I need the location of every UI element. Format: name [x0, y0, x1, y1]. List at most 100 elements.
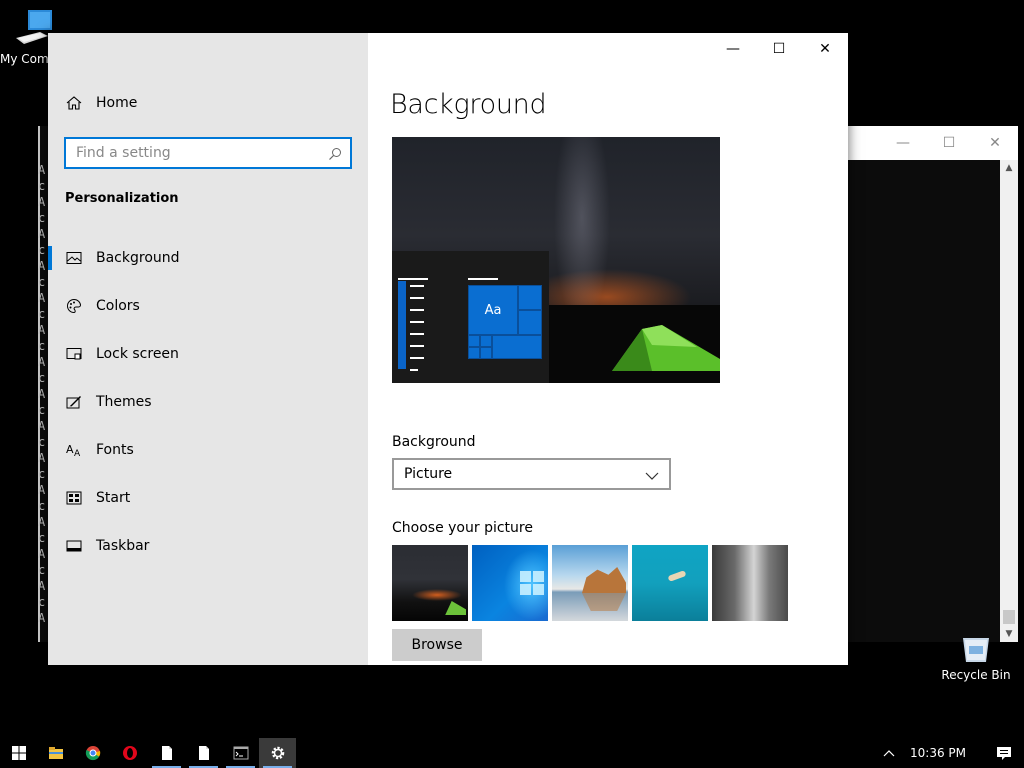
minimize-button[interactable]: —: [710, 33, 756, 65]
document-taskbar-button-2[interactable]: [185, 738, 222, 768]
system-tray: 10:36 PM: [878, 738, 1024, 768]
settings-gear-icon: [271, 746, 284, 760]
search-box[interactable]: [64, 137, 352, 169]
scroll-thumb[interactable]: [1003, 610, 1015, 624]
picture-thumbnail-beach-rock[interactable]: [552, 545, 628, 621]
console-maximize-button[interactable]: ☐: [926, 135, 972, 151]
console-titlebar: — ☐ ✕: [848, 126, 1018, 160]
sidebar-item-start[interactable]: Start: [48, 474, 368, 522]
maximize-button[interactable]: ☐: [756, 33, 802, 65]
console-char: c: [38, 307, 46, 321]
svg-text:A: A: [74, 449, 81, 458]
file-explorer-taskbar-button[interactable]: [37, 738, 74, 768]
console-text: AcAcAcAcAcAcAcAcAcAcAcAcAcAcA: [38, 162, 48, 626]
console-char: A: [38, 547, 46, 561]
console-char: A: [38, 515, 46, 529]
console-char: A: [38, 419, 46, 433]
start-icon: [66, 490, 82, 506]
console-char: A: [38, 611, 46, 625]
palette-icon: [66, 298, 82, 314]
page-title: Background: [390, 89, 547, 120]
console-char: A: [38, 579, 46, 593]
console-char: c: [38, 467, 46, 481]
console-char: A: [38, 259, 46, 273]
sidebar-item-lock-screen[interactable]: Lock screen: [48, 330, 368, 378]
file-explorer-icon: [48, 747, 63, 759]
preview-start-menu: Aa: [392, 251, 549, 383]
console-char: A: [38, 451, 46, 465]
background-type-dropdown[interactable]: Picture: [392, 458, 671, 490]
settings-taskbar-button[interactable]: [259, 738, 296, 768]
console-body: [848, 160, 1000, 642]
scroll-up-icon[interactable]: ▲: [1000, 160, 1018, 176]
home-nav-item[interactable]: Home: [66, 95, 137, 111]
sidebar-item-label: Start: [96, 490, 131, 506]
console-char: c: [38, 563, 46, 577]
console-char: c: [38, 499, 46, 513]
console-close-button[interactable]: ✕: [972, 135, 1018, 151]
taskbar-icon: [66, 538, 82, 554]
window-controls: — ☐ ✕: [710, 33, 848, 65]
console-window-right[interactable]: — ☐ ✕ ▲ ▼: [848, 126, 1018, 642]
console-taskbar-button[interactable]: [222, 738, 259, 768]
console-scrollbar[interactable]: ▲ ▼: [1000, 160, 1018, 642]
console-char: c: [38, 595, 46, 609]
console-char: c: [38, 211, 46, 225]
console-char: A: [38, 323, 46, 337]
background-preview: Aa: [392, 137, 720, 383]
opera-icon: [122, 746, 137, 760]
sidebar-item-taskbar[interactable]: Taskbar: [48, 522, 368, 570]
sidebar-item-colors[interactable]: Colors: [48, 282, 368, 330]
document-icon: [161, 746, 172, 760]
console-char: c: [38, 531, 46, 545]
console-char: A: [38, 291, 46, 305]
search-icon[interactable]: [328, 146, 342, 160]
show-hidden-icons-icon[interactable]: [878, 746, 900, 760]
background-type-label: Background: [392, 434, 476, 450]
fonts-icon: AA: [66, 442, 82, 459]
sidebar: Home Personalization Background: [48, 33, 368, 665]
recycle-bin-icon: [959, 634, 993, 664]
browse-button[interactable]: Browse: [392, 629, 482, 661]
sidebar-item-label: Taskbar: [96, 538, 150, 554]
home-icon: [66, 95, 82, 111]
action-center-icon[interactable]: [984, 745, 1024, 761]
start-button[interactable]: [0, 738, 37, 768]
search-input[interactable]: [76, 145, 328, 161]
console-char: c: [38, 371, 46, 385]
windows-logo-icon: [11, 746, 26, 760]
picture-thumbnail-rock-cliff[interactable]: [712, 545, 788, 621]
picture-thumbnail-windows-blue[interactable]: [472, 545, 548, 621]
preview-tent: [612, 325, 720, 371]
sidebar-item-themes[interactable]: Themes: [48, 378, 368, 426]
picture-thumbnail-night-sky[interactable]: [392, 545, 468, 621]
console-char: c: [38, 243, 46, 257]
close-button[interactable]: ✕: [802, 33, 848, 65]
clock[interactable]: 10:36 PM: [900, 746, 984, 760]
choose-picture-label: Choose your picture: [392, 520, 533, 536]
picture-icon: [66, 250, 82, 266]
sidebar-item-fonts[interactable]: AA Fonts: [48, 426, 368, 474]
recycle-bin-label: Recycle Bin: [941, 668, 1011, 682]
recycle-bin-desktop-icon[interactable]: Recycle Bin: [940, 634, 1012, 682]
home-label: Home: [96, 95, 138, 111]
opera-taskbar-button[interactable]: [111, 738, 148, 768]
sidebar-item-label: Fonts: [96, 442, 134, 458]
document-taskbar-button-1[interactable]: [148, 738, 185, 768]
console-char: c: [38, 435, 46, 449]
console-char: c: [38, 403, 46, 417]
taskbar: 10:36 PM: [0, 738, 1024, 768]
dropdown-value: Picture: [404, 466, 453, 482]
themes-icon: [66, 394, 82, 410]
console-char: c: [38, 275, 46, 289]
picture-thumbnail-underwater[interactable]: [632, 545, 708, 621]
console-char: A: [38, 355, 46, 369]
preview-tile-large: Aa: [468, 285, 518, 335]
sidebar-item-background[interactable]: Background: [48, 234, 368, 282]
console-icon: [233, 746, 248, 760]
nav-list: Background Colors Lock screen Themes A A…: [48, 234, 368, 570]
desktop: My Computer AcAcAcAcAcAcAcAcAcAcAcAcAcAc…: [0, 0, 1024, 768]
chrome-taskbar-button[interactable]: [74, 738, 111, 768]
console-char: A: [38, 483, 46, 497]
console-minimize-button[interactable]: —: [880, 135, 926, 151]
